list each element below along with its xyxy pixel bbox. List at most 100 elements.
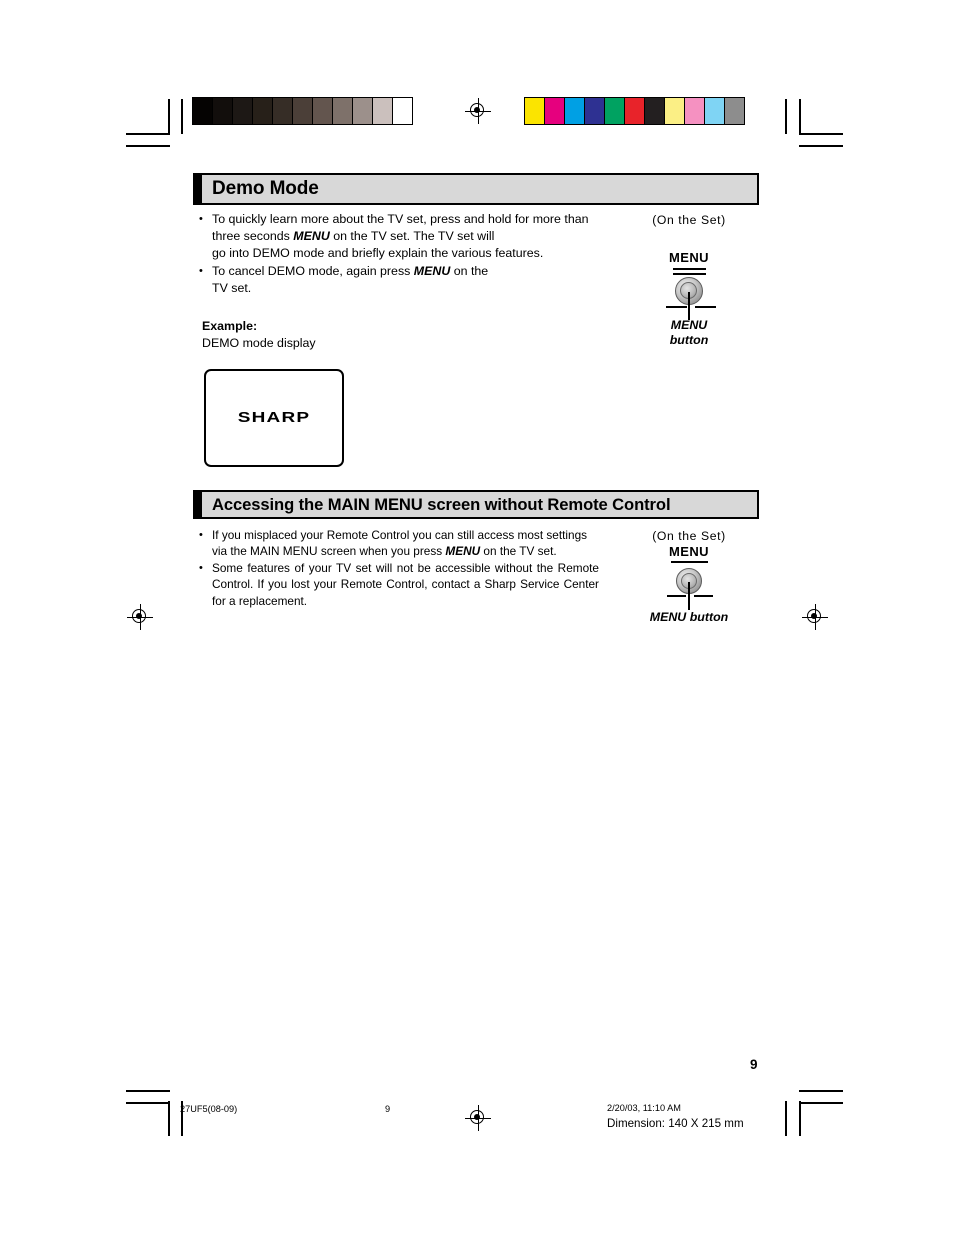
bullet-line-2-pre: three seconds: [212, 229, 294, 244]
calibration-swatch: [193, 98, 213, 124]
bullet-marker: •: [199, 561, 203, 574]
onset-button-caption-line1: MENU: [670, 318, 708, 332]
list-item: • To quickly learn more about the TV set…: [199, 211, 599, 263]
bullet-line-1-pre: To cancel DEMO mode, again press: [212, 263, 414, 278]
calibration-swatch: [605, 98, 625, 124]
menu-rule-bottom-right: [694, 595, 713, 597]
calibration-swatch: [685, 98, 705, 124]
bullet-line-1: If you misplaced your Remote Control you…: [212, 528, 588, 542]
calibration-swatch: [373, 98, 393, 124]
section-title-accessing-main-menu: Accessing the MAIN MENU screen without R…: [212, 494, 671, 514]
bullet-text: If you misplaced your Remote Control you…: [212, 527, 599, 560]
calibration-swatch: [665, 98, 685, 124]
crop-mark-top-left-horizontal-outer: [126, 133, 170, 135]
calibration-swatch: [705, 98, 725, 124]
bullet-line-2-post: on the TV set. The TV set will: [329, 229, 495, 244]
menu-button-artwork: [633, 559, 745, 610]
list-item: • If you misplaced your Remote Control y…: [199, 527, 599, 560]
bullet-text: Some features of your TV set will not be…: [212, 560, 599, 608]
onset-menu-illustration-2: (On the Set) MENU MENU button: [633, 529, 745, 625]
onset-menu-illustration-1: (On the Set) MENU MENU button: [633, 213, 745, 348]
footer-timestamp: 2/20/03, 11:10 AM: [607, 1103, 681, 1113]
menu-leader-line: [688, 292, 690, 320]
reg-dot: [811, 613, 817, 619]
registration-target-left-middle: [127, 604, 153, 630]
calibration-swatch: [253, 98, 273, 124]
calibration-swatch: [393, 98, 412, 124]
bullet-line-1: To quickly learn more about the TV set, …: [212, 212, 589, 226]
reg-dot: [136, 613, 142, 619]
bullet-marker: •: [199, 264, 203, 277]
crop-mark-bottom-left-horizontal-inner: [126, 1102, 170, 1104]
example-subheading: DEMO mode display: [202, 335, 316, 350]
list-item: • Some features of your TV set will not …: [199, 560, 599, 609]
calibration-swatch: [645, 98, 665, 124]
calibration-swatch: [213, 98, 233, 124]
example-block-label: Example: DEMO mode display: [202, 318, 316, 351]
crop-mark-top-right-horizontal-outer: [799, 133, 843, 135]
menu-button-artwork: [633, 265, 745, 320]
menu-keyword: MENU: [293, 229, 330, 244]
bullet-marker: •: [199, 213, 203, 225]
calibration-swatch: [545, 98, 565, 124]
onset-button-caption: MENU button: [633, 610, 745, 625]
calibration-swatch: [313, 98, 333, 124]
crop-mark-bottom-left-vertical-outer: [168, 1101, 170, 1136]
menu-keyword: MENU: [413, 263, 451, 278]
bullet-line-1-post: on the: [450, 263, 489, 278]
registration-target-bottom-center: [465, 1105, 491, 1131]
menu-rule-top-lower: [673, 272, 706, 275]
section-header-demo-mode: Demo Mode: [193, 173, 759, 205]
registration-target-right-middle: [802, 604, 828, 630]
calibration-swatch: [273, 98, 293, 124]
bullet-line-2: TV set.: [212, 280, 252, 295]
bullet-line-2-post: on the TV set.: [480, 544, 557, 559]
example-heading: Example:: [202, 319, 258, 333]
section-header-accessing-main-menu: Accessing the MAIN MENU screen without R…: [193, 490, 759, 519]
crop-mark-bottom-right-vertical-inner: [785, 1101, 787, 1136]
color-calibration-bar: [524, 97, 745, 125]
calibration-swatch: [233, 98, 253, 124]
menu-rule-top: [671, 561, 708, 563]
crop-mark-bottom-left-horizontal-outer: [126, 1090, 170, 1092]
onset-caption: (On the Set): [652, 529, 726, 543]
calibration-swatch: [333, 98, 353, 124]
calibration-swatch: [725, 98, 744, 124]
reg-dot: [474, 1114, 480, 1120]
onset-caption: (On the Set): [652, 213, 726, 227]
crop-mark-top-right-horizontal-inner: [799, 145, 843, 147]
footer-job-code: 27UF5(08-09): [180, 1104, 238, 1114]
footer-dimension: Dimension: 140 X 215 mm: [607, 1117, 744, 1130]
bullet-marker: •: [199, 529, 203, 541]
menu-leader-line: [688, 582, 690, 610]
calibration-swatch: [565, 98, 585, 124]
crop-mark-top-left-vertical-inner: [181, 99, 183, 134]
crop-mark-top-right-vertical-outer: [799, 99, 801, 134]
menu-rule-bottom-right: [695, 306, 716, 308]
calibration-swatch: [293, 98, 313, 124]
onset-button-caption-text: MENU button: [649, 610, 729, 624]
reg-dot: [474, 107, 480, 113]
grayscale-calibration-bar: [192, 97, 413, 125]
onset-menu-label: MENU: [669, 544, 709, 559]
bullet-text: To quickly learn more about the TV set, …: [212, 211, 599, 263]
page-number: 9: [750, 1057, 758, 1072]
onset-menu-label: MENU: [669, 250, 709, 265]
crop-mark-top-left-horizontal-inner: [126, 145, 170, 147]
section-title-demo-mode: Demo Mode: [212, 178, 319, 199]
crop-mark-bottom-right-horizontal-outer: [799, 1090, 843, 1092]
crop-mark-bottom-right-horizontal-inner: [799, 1102, 843, 1104]
onset-button-caption: MENU button: [633, 318, 745, 348]
list-item: • To cancel DEMO mode, again press MENU …: [199, 263, 599, 297]
footer-page-number: 9: [385, 1104, 391, 1114]
registration-target-top-center: [465, 98, 491, 124]
calibration-swatch: [585, 98, 605, 124]
menu-keyword: MENU: [445, 544, 481, 559]
bullet-line-2-pre: via the MAIN MENU screen when you press: [212, 544, 446, 559]
calibration-swatch: [353, 98, 373, 124]
accessing-main-menu-bullet-list: • If you misplaced your Remote Control y…: [199, 527, 599, 609]
tv-screen-illustration: SHARP: [204, 369, 344, 467]
calibration-swatch: [525, 98, 545, 124]
crop-mark-top-right-vertical-inner: [785, 99, 787, 134]
sharp-logo: SHARP: [237, 409, 311, 426]
